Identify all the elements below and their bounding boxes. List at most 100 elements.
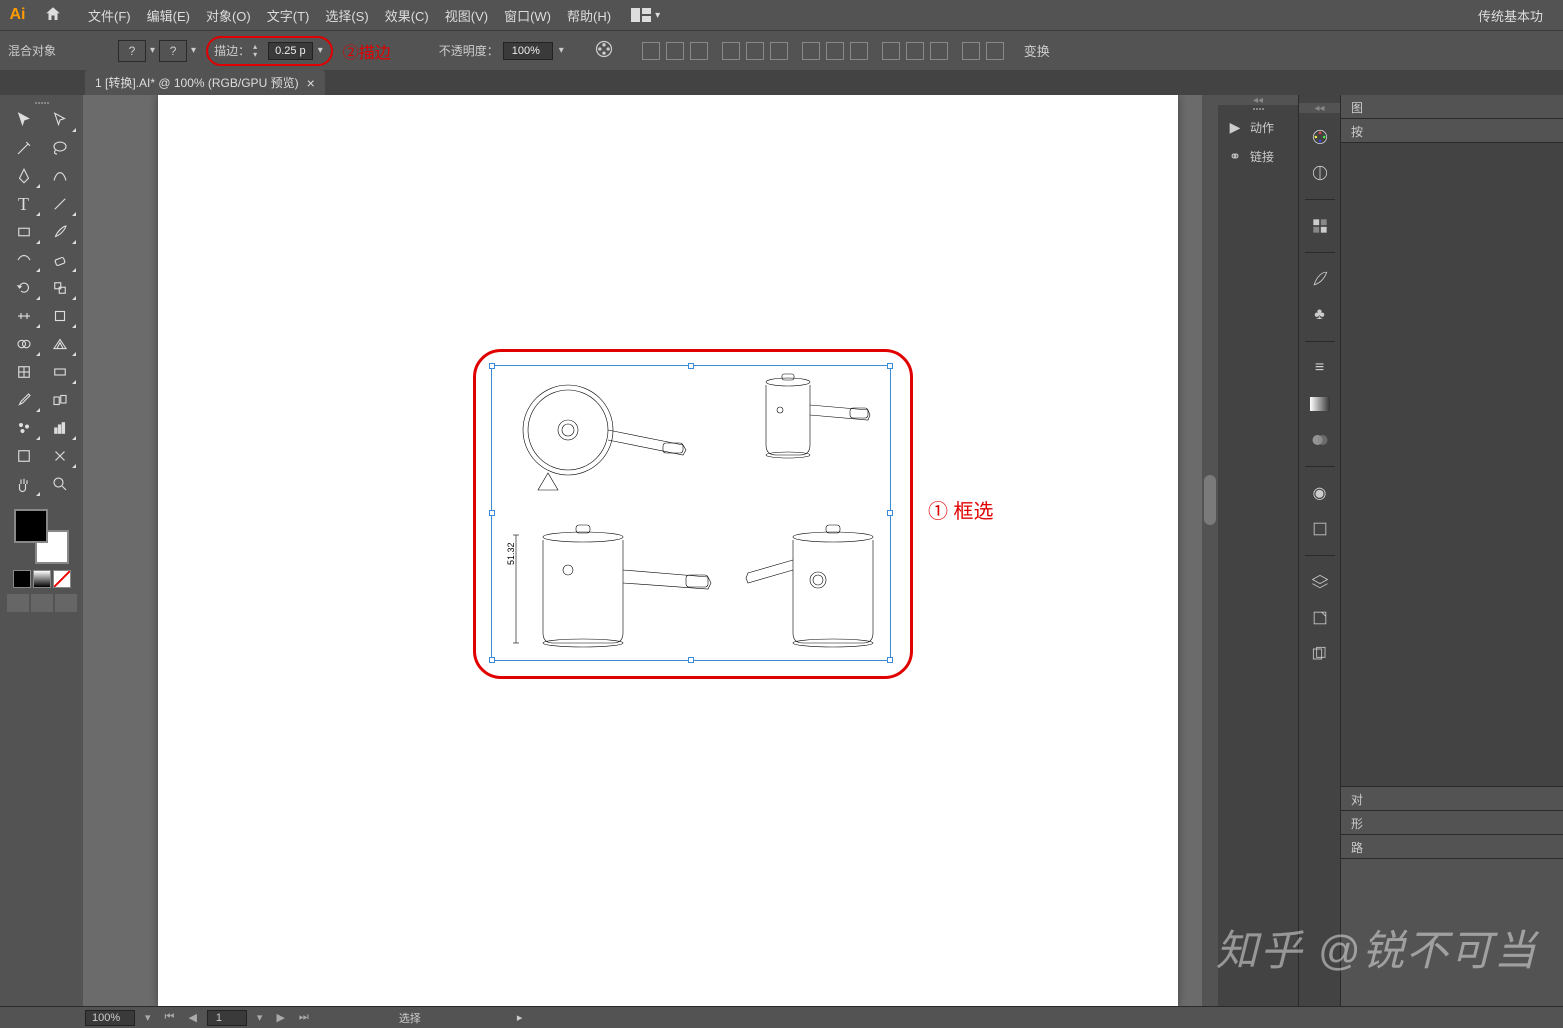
distribute-top-icon[interactable] [802,42,820,60]
selection-tool[interactable] [7,107,41,133]
last-page-icon[interactable]: ⏭ [295,1011,313,1024]
align-middle-v-icon[interactable] [746,42,764,60]
distribute-spacing-v-icon[interactable] [962,42,980,60]
opacity-value-input[interactable]: 100% [503,42,553,60]
symbols-panel-icon[interactable]: ♣ [1308,303,1332,327]
swatch-none[interactable] [53,570,71,588]
gradient-panel-icon[interactable] [1308,392,1332,416]
hand-tool[interactable] [7,471,41,497]
panel-grip[interactable] [1218,105,1298,113]
panel-tab[interactable]: 图 [1341,95,1373,118]
handle-mid-left[interactable] [489,510,495,516]
panel-collapse-icon[interactable]: ◂◂ [1299,103,1340,113]
perspective-grid-tool[interactable] [43,331,77,357]
magic-wand-tool[interactable] [7,135,41,161]
handle-top-left[interactable] [489,363,495,369]
stroke-value-input[interactable]: 0.25 p [268,42,313,60]
menu-help[interactable]: 帮助(H) [559,6,619,25]
layers-panel-icon[interactable] [1308,570,1332,594]
panel-links[interactable]: ⚭链接 [1218,142,1298,171]
handle-top-mid[interactable] [688,363,694,369]
draw-normal-icon[interactable] [7,594,29,612]
fill-stroke-control[interactable] [14,509,69,564]
curvature-tool[interactable] [43,163,77,189]
eyedropper-tool[interactable] [7,387,41,413]
swatches-panel-icon[interactable] [1308,214,1332,238]
prev-page-icon[interactable]: ◀ [184,1011,200,1024]
fill-color[interactable] [14,509,48,543]
canvas-area[interactable]: ① 框选 [83,95,1218,1006]
panel-collapse-icon[interactable]: ◂◂ [1218,95,1298,105]
handle-bottom-left[interactable] [489,657,495,663]
fill-swatch[interactable]: ? [118,40,146,62]
draw-inside-icon[interactable] [55,594,77,612]
paintbrush-tool[interactable] [43,219,77,245]
distribute-v-center-icon[interactable] [826,42,844,60]
menu-effect[interactable]: 效果(C) [377,6,437,25]
handle-top-right[interactable] [887,363,893,369]
swatch-color[interactable] [13,570,31,588]
align-center-h-icon[interactable] [666,42,684,60]
close-tab-icon[interactable]: × [307,75,315,91]
align-right-icon[interactable] [690,42,708,60]
rectangle-tool[interactable] [7,219,41,245]
symbol-sprayer-tool[interactable] [7,415,41,441]
shape-builder-tool[interactable] [7,331,41,357]
menu-file[interactable]: 文件(F) [80,6,139,25]
graphic-styles-panel-icon[interactable] [1308,517,1332,541]
zoom-input[interactable]: 100% [85,1010,135,1026]
column-graph-tool[interactable] [43,415,77,441]
blend-tool[interactable] [43,387,77,413]
distribute-h-center-icon[interactable] [906,42,924,60]
slice-tool[interactable] [43,443,77,469]
distribute-bottom-icon[interactable] [850,42,868,60]
rotate-tool[interactable] [7,275,41,301]
chevron-down-icon[interactable]: ▾ [316,45,325,56]
chevron-right-icon[interactable]: ▸ [517,1011,523,1024]
scale-tool[interactable] [43,275,77,301]
mesh-tool[interactable] [7,359,41,385]
distribute-left-icon[interactable] [882,42,900,60]
draw-behind-icon[interactable] [31,594,53,612]
chevron-down-icon[interactable]: ▾ [148,45,157,56]
align-left-icon[interactable] [642,42,660,60]
distribute-spacing-h-icon[interactable] [986,42,1004,60]
brushes-panel-icon[interactable] [1308,267,1332,291]
page-input[interactable]: 1 [207,1010,247,1026]
lasso-tool[interactable] [43,135,77,161]
vertical-scrollbar[interactable] [1202,95,1218,1006]
menu-object[interactable]: 对象(O) [198,6,259,25]
recolor-icon[interactable] [594,39,614,62]
artboards-panel-icon[interactable] [1308,642,1332,666]
menu-select[interactable]: 选择(S) [317,6,376,25]
stroke-stepper[interactable]: ▴▾ [253,41,265,61]
next-page-icon[interactable]: ▶ [272,1011,288,1024]
artboard-tool[interactable] [7,443,41,469]
zoom-tool[interactable] [43,471,77,497]
chevron-down-icon[interactable]: ▾ [557,45,566,56]
chevron-down-icon[interactable]: ▾ [189,45,198,56]
free-transform-tool[interactable] [43,303,77,329]
swatch-gradient[interactable] [33,570,51,588]
line-tool[interactable] [43,191,77,217]
stroke-panel-icon[interactable]: ≡ [1308,356,1332,380]
chevron-down-icon[interactable]: ▾ [253,1011,267,1024]
color-panel-icon[interactable] [1308,125,1332,149]
document-tab[interactable]: 1 [转换].AI* @ 100% (RGB/GPU 预览) × [85,70,325,95]
chevron-down-icon[interactable]: ▾ [141,1011,155,1024]
arrange-documents-button[interactable]: ▾ [631,8,660,22]
color-guide-icon[interactable] [1308,161,1332,185]
appearance-panel-icon[interactable]: ◉ [1308,481,1332,505]
width-tool[interactable] [7,303,41,329]
panel-grip[interactable] [35,99,49,107]
panel-tab[interactable]: 按 [1341,119,1373,142]
transform-button[interactable]: 变换 [1024,41,1050,60]
direct-selection-tool[interactable] [43,107,77,133]
asset-export-icon[interactable] [1308,606,1332,630]
menu-edit[interactable]: 编辑(E) [139,6,198,25]
pen-tool[interactable] [7,163,41,189]
align-top-icon[interactable] [722,42,740,60]
scrollbar-thumb[interactable] [1204,475,1216,525]
panel-tab[interactable]: 对 [1341,787,1373,810]
transparency-panel-icon[interactable] [1308,428,1332,452]
